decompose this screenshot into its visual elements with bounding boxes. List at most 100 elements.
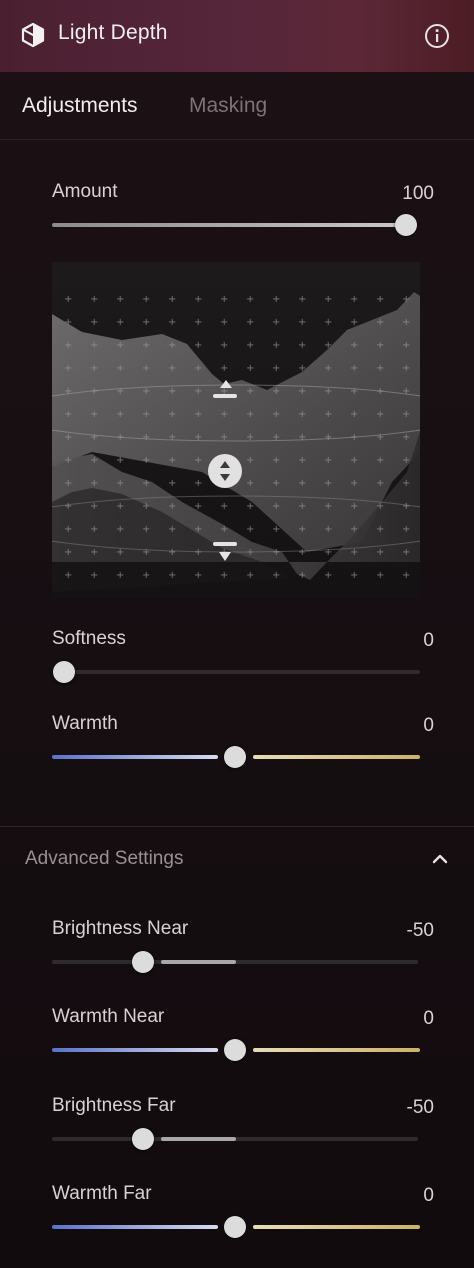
grid-marker: + — [350, 524, 358, 535]
section-divider — [0, 826, 474, 827]
grid-marker: + — [246, 340, 254, 351]
grid-marker: + — [402, 524, 410, 535]
grid-marker: + — [350, 409, 358, 420]
grid-marker: + — [402, 432, 410, 443]
grid-marker: + — [116, 386, 124, 397]
warmth-knob[interactable] — [224, 746, 246, 768]
warmth-near-knob[interactable] — [224, 1039, 246, 1061]
grid-marker: + — [402, 294, 410, 305]
grid-marker: + — [298, 478, 306, 489]
grid-marker: + — [220, 363, 228, 374]
grid-marker: + — [350, 317, 358, 328]
grid-marker: + — [350, 455, 358, 466]
brightness-near-value: -50 — [406, 920, 434, 941]
grid-marker: + — [376, 317, 384, 328]
grid-marker: + — [194, 409, 202, 420]
grid-marker: + — [168, 363, 176, 374]
brightness-far-knob[interactable] — [132, 1128, 154, 1150]
chevron-up-icon[interactable] — [430, 851, 450, 867]
grid-marker: + — [402, 409, 410, 420]
grid-marker: + — [90, 478, 98, 489]
warmth-near-cool-track — [52, 1048, 218, 1052]
brightness-near-knob[interactable] — [132, 951, 154, 973]
grid-marker: + — [116, 409, 124, 420]
grid-marker: + — [376, 524, 384, 535]
grid-marker: + — [246, 501, 254, 512]
grid-marker: + — [116, 294, 124, 305]
grid-marker: + — [246, 386, 254, 397]
grid-marker: + — [376, 455, 384, 466]
info-icon[interactable] — [424, 23, 450, 49]
warmth-value: 0 — [423, 715, 434, 736]
grid-marker: + — [220, 570, 228, 581]
grid-marker: + — [64, 340, 72, 351]
grid-marker: + — [402, 363, 410, 374]
grid-marker: + — [142, 317, 150, 328]
grid-marker: + — [376, 547, 384, 558]
grid-marker: + — [272, 478, 280, 489]
depth-move-handle[interactable] — [208, 454, 242, 488]
grid-marker: + — [194, 570, 202, 581]
grid-marker: + — [194, 317, 202, 328]
grid-marker: + — [168, 547, 176, 558]
grid-marker: + — [246, 478, 254, 489]
grid-marker: + — [272, 363, 280, 374]
grid-marker: + — [142, 570, 150, 581]
grid-marker: + — [116, 501, 124, 512]
grid-marker: + — [402, 478, 410, 489]
warmth-far-cool-track — [52, 1225, 218, 1229]
grid-marker: + — [90, 409, 98, 420]
grid-marker: + — [90, 524, 98, 535]
grid-marker: + — [90, 547, 98, 558]
grid-marker: + — [64, 294, 72, 305]
grid-marker: + — [142, 363, 150, 374]
warmth-far-value: 0 — [423, 1185, 434, 1206]
grid-marker: + — [376, 478, 384, 489]
advanced-settings-title[interactable]: Advanced Settings — [25, 848, 183, 870]
tab-masking[interactable]: Masking — [189, 94, 267, 118]
grid-marker: + — [246, 455, 254, 466]
grid-marker: + — [376, 409, 384, 420]
grid-marker: + — [168, 570, 176, 581]
grid-marker: + — [402, 455, 410, 466]
grid-marker: + — [402, 340, 410, 351]
grid-marker: + — [64, 363, 72, 374]
warmth-label: Warmth — [52, 713, 118, 734]
grid-marker: + — [246, 363, 254, 374]
amount-label: Amount — [52, 181, 118, 202]
grid-marker: + — [194, 455, 202, 466]
grid-marker: + — [350, 340, 358, 351]
grid-marker: + — [298, 340, 306, 351]
grid-marker: + — [272, 317, 280, 328]
warmth-far-knob[interactable] — [224, 1216, 246, 1238]
grid-marker: + — [298, 294, 306, 305]
tab-adjustments[interactable]: Adjustments — [22, 94, 138, 118]
grid-marker: + — [272, 501, 280, 512]
grid-marker: + — [272, 547, 280, 558]
grid-marker: + — [324, 570, 332, 581]
grid-marker: + — [298, 570, 306, 581]
grid-marker: + — [64, 478, 72, 489]
grid-marker: + — [272, 432, 280, 443]
grid-marker: + — [220, 524, 228, 535]
depth-map-preview[interactable]: + + + + + + + + + + + + + + + + + + + + + + + + + + + + + + + + + + + + + + + +… — [52, 262, 420, 598]
grid-marker: + — [402, 570, 410, 581]
warmth-near-value: 0 — [423, 1008, 434, 1029]
grid-marker: + — [350, 501, 358, 512]
warmth-near-warm-track — [253, 1048, 420, 1052]
panel-title: Light Depth — [58, 21, 168, 44]
grid-marker: + — [220, 294, 228, 305]
grid-marker: + — [64, 524, 72, 535]
softness-knob[interactable] — [53, 661, 75, 683]
grid-marker: + — [298, 363, 306, 374]
grid-marker: + — [168, 409, 176, 420]
grid-marker: + — [324, 547, 332, 558]
grid-marker: + — [194, 547, 202, 558]
grid-marker: + — [220, 317, 228, 328]
grid-marker: + — [90, 294, 98, 305]
grid-marker: + — [324, 455, 332, 466]
grid-marker: + — [116, 317, 124, 328]
amount-knob[interactable] — [395, 214, 417, 236]
grid-marker: + — [168, 386, 176, 397]
grid-marker: + — [168, 294, 176, 305]
